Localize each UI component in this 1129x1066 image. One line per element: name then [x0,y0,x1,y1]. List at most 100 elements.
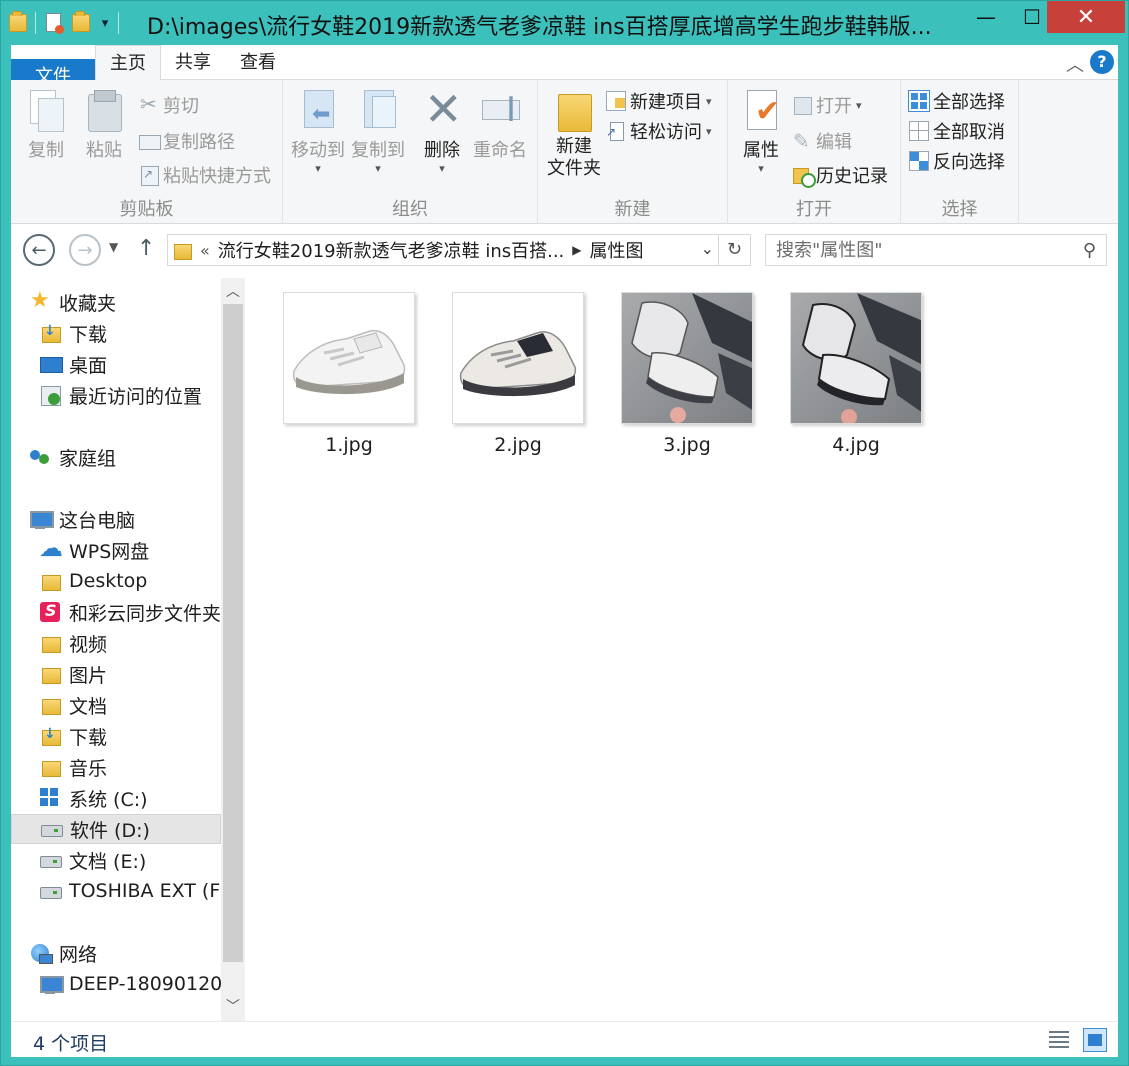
scroll-thumb[interactable] [223,304,243,962]
status-bar: 4 个项目 [11,1021,1118,1057]
address-bar[interactable]: « 流行女鞋2019新款透气老爹凉鞋 ins百搭... ▶ 属性图 ⌄ ↻ [167,234,751,266]
search-icon[interactable]: ⚲ [1083,240,1096,261]
arrow-left-icon: ← [31,239,47,261]
rename-button[interactable]: 重命名 [469,88,531,162]
scroll-up-icon[interactable]: ︿ [221,280,245,304]
nav-item-music[interactable]: 音乐 [11,752,221,782]
properties-icon[interactable] [42,11,64,35]
back-button[interactable]: ← [23,234,55,266]
cut-button[interactable]: 剪切 [139,92,199,118]
address-overflow[interactable]: « [200,241,210,260]
nav-item-network-pc[interactable]: DEEP-18090120 [11,969,221,999]
computer-icon [29,508,54,530]
search-input[interactable] [766,235,1066,265]
details-view-icon[interactable] [1047,1028,1071,1052]
collapse-ribbon-icon[interactable]: ︿ [1066,51,1084,77]
copy-path-button[interactable]: 复制路径 [139,128,235,154]
copy-icon [26,88,66,132]
large-icons-view-icon[interactable] [1083,1028,1107,1052]
edit-button[interactable]: 编辑 [792,128,852,154]
file-item[interactable]: 3.jpg [611,292,761,462]
nav-item-network[interactable]: 网络 [11,938,221,968]
nav-item-label: 文档 (E:) [69,850,147,873]
file-item[interactable]: 4.jpg [780,292,930,462]
nav-item-favorites[interactable]: 收藏夹 [11,287,221,317]
history-button[interactable]: 历史记录 [792,162,888,188]
new-item-button[interactable]: 新建项目 ▾ [606,88,712,114]
help-icon[interactable]: ? [1090,50,1114,74]
forward-button[interactable]: → [69,234,101,266]
new-folder-button[interactable]: 新建 文件夹 [542,88,606,180]
address-dropdown-icon[interactable]: ⌄ [701,239,714,258]
nav-item-label: 收藏夹 [59,292,117,315]
nav-item-videos[interactable]: 视频 [11,628,221,658]
nav-item-pictures[interactable]: 图片 [11,659,221,689]
select-none-button[interactable]: 全部取消 [909,118,1005,144]
clipboard-group: 复制 粘贴 剪切 复制路径 粘贴快捷方式 剪贴板 [11,80,283,224]
tab-home[interactable]: 主页 [95,45,161,81]
nav-item-documents[interactable]: 文档 [11,690,221,720]
homegroup-icon [29,446,53,468]
copy-to-button[interactable]: 复制到 ▾ [347,88,409,175]
paste-button[interactable]: 粘贴 [79,88,129,162]
file-item[interactable]: 1.jpg [273,292,423,462]
tab-share[interactable]: 共享 [161,45,225,80]
nav-item-label: 下载 [69,323,108,346]
delete-button[interactable]: 删除 ▾ [417,82,467,175]
open-label: 打开 [816,96,852,117]
breadcrumb-parent[interactable]: 流行女鞋2019新款透气老爹凉鞋 ins百搭... [218,237,564,263]
nav-item-desktop-folder[interactable]: Desktop [11,566,221,596]
nav-item-desktop[interactable]: 桌面 [11,349,221,379]
copy-button[interactable]: 复制 [21,88,71,162]
nav-item-wps[interactable]: WPS网盘 [11,534,221,565]
close-button[interactable]: ✕ [1047,1,1125,33]
recent-locations-dropdown-icon[interactable]: ▼ [109,240,118,254]
ribbon: 复制 粘贴 剪切 复制路径 粘贴快捷方式 剪贴板 [11,80,1118,224]
tab-view[interactable]: 查看 [225,45,291,80]
nav-item-downloads-pc[interactable]: 下载 [11,721,221,751]
nav-item-homegroup[interactable]: 家庭组 [11,442,221,472]
paste-shortcut-button[interactable]: 粘贴快捷方式 [139,162,271,188]
file-item[interactable]: 2.jpg [442,292,592,462]
music-folder-icon [39,756,63,778]
refresh-icon[interactable]: ↻ [718,235,750,265]
nav-item-drive-c[interactable]: 系统 (C:) [11,783,221,813]
breadcrumb-current[interactable]: 属性图 [590,237,644,263]
up-arrow-icon[interactable]: ↑ [137,236,155,261]
move-to-button[interactable]: 移动到 ▾ [287,88,349,175]
nav-item-drive-f[interactable]: TOSHIBA EXT (F:) [11,876,221,906]
nav-item-recent[interactable]: 最近访问的位置 [11,380,221,410]
copy-to-label: 复制到 [351,140,405,161]
minimize-button[interactable]: — [963,1,1009,33]
select-none-label: 全部取消 [933,122,1005,143]
nav-item-downloads[interactable]: 下载 [11,318,221,348]
nav-item-label: 桌面 [69,354,108,377]
nav-item-label: Desktop [69,570,148,592]
easy-access-label: 轻松访问 [630,122,702,143]
nav-item-drive-e[interactable]: 文档 (E:) [11,845,221,875]
open-button[interactable]: 打开 ▾ [792,92,862,118]
breadcrumb-chevron-icon[interactable]: ▶ [572,243,581,257]
nav-scrollbar[interactable]: ︿ ﹀ [221,278,245,1021]
qat-dropdown-icon[interactable]: ▾ [98,16,112,31]
select-group: 全部选择 全部取消 反向选择 选择 [901,80,1019,224]
star-icon [29,288,53,313]
nav-item-label: 家庭组 [59,447,117,470]
nav-item-label: 图片 [69,664,108,687]
properties-button[interactable]: 属性 ▾ [736,88,786,175]
window-title: D:\images\流行女鞋2019新款透气老爹凉鞋 ins百搭厚底增高学生跑步… [147,15,932,40]
image-thumbnail [790,292,922,424]
nav-item-drive-d[interactable]: 软件 (D:) [11,814,221,844]
new-folder-label-line1: 新建 [556,136,592,157]
nav-item-this-pc[interactable]: 这台电脑 [11,504,221,534]
nav-item-hecaiyun[interactable]: 和彩云同步文件夹 [11,597,221,627]
properties-icon [741,88,781,132]
invert-selection-button[interactable]: 反向选择 [909,148,1005,174]
new-folder-icon[interactable] [70,11,92,35]
nav-item-label: 下载 [69,726,108,749]
easy-access-button[interactable]: 轻松访问 ▾ [606,118,712,144]
select-all-button[interactable]: 全部选择 [908,88,1005,114]
scroll-down-icon[interactable]: ﹀ [221,995,245,1019]
history-label: 历史记录 [816,166,888,187]
explorer-window: ▾ D:\images\流行女鞋2019新款透气老爹凉鞋 ins百搭厚底增高学生… [0,0,1129,1066]
